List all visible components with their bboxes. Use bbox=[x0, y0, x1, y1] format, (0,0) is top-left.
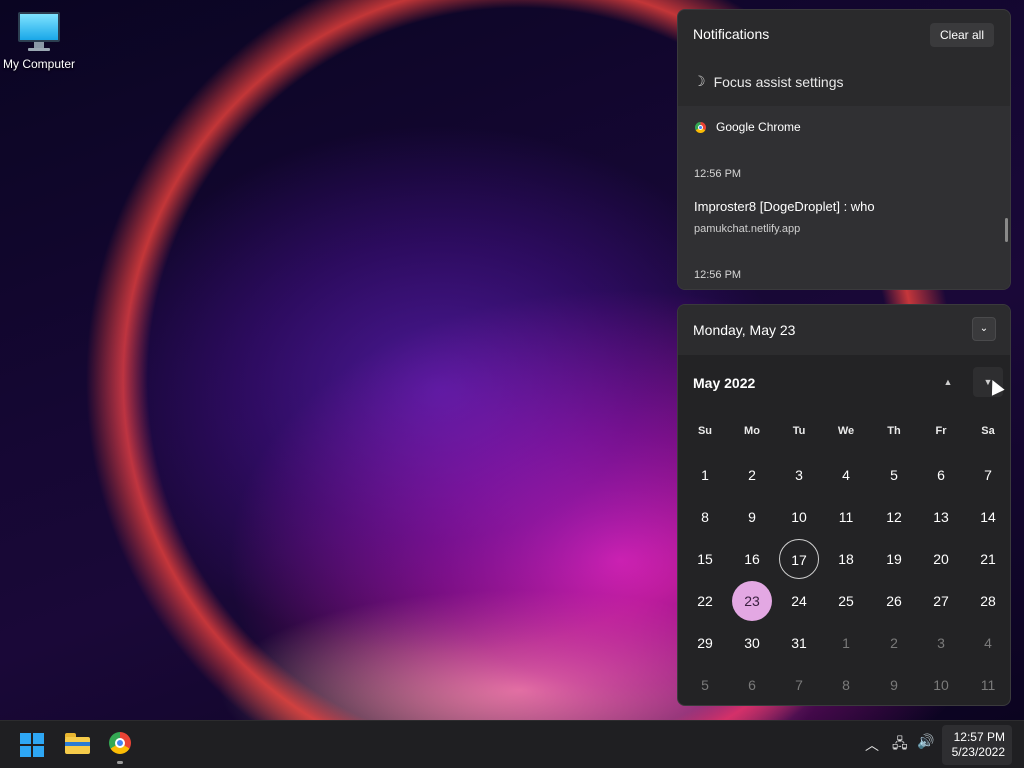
triangle-up-icon: ▲ bbox=[943, 377, 953, 387]
calendar-day[interactable]: 7 bbox=[968, 455, 1008, 495]
file-explorer-icon[interactable] bbox=[65, 733, 90, 755]
focus-assist-label: Focus assist settings bbox=[713, 73, 844, 90]
moon-icon: ☽ bbox=[693, 73, 706, 89]
calendar-day[interactable]: 30 bbox=[732, 623, 772, 663]
weekday-label: Su bbox=[697, 425, 713, 437]
notification-scrollbar[interactable] bbox=[1005, 218, 1008, 242]
calendar-day[interactable]: 4 bbox=[968, 623, 1008, 663]
previous-month-button[interactable]: ▲ bbox=[936, 370, 960, 394]
volume-icon[interactable]: 🔊 bbox=[917, 733, 934, 750]
calendar-collapse-button[interactable]: ⌄ bbox=[972, 317, 996, 341]
calendar-day[interactable]: 29 bbox=[685, 623, 725, 663]
weekday-label: Mo bbox=[744, 425, 760, 437]
clear-all-button[interactable]: Clear all bbox=[930, 23, 994, 47]
calendar-week-row: 1234567 bbox=[680, 455, 1010, 495]
calendar-day[interactable]: 17 bbox=[779, 539, 819, 579]
calendar-day[interactable]: 12 bbox=[874, 497, 914, 537]
calendar-day[interactable]: 1 bbox=[826, 623, 866, 663]
calendar-day[interactable]: 6 bbox=[921, 455, 961, 495]
network-icon[interactable]: 🖧 bbox=[892, 733, 908, 757]
calendar-week-row: 5 6 7 8 9 10 11 bbox=[680, 665, 1010, 705]
calendar-header: Monday, May 23 ⌄ bbox=[678, 305, 1010, 355]
calendar-day[interactable]: 5 bbox=[874, 455, 914, 495]
notification-source: pamukchat.netlify.app bbox=[694, 223, 801, 235]
calendar-week-row: 29 30 31 1 2 3 4 bbox=[680, 623, 1010, 663]
calendar-month-label[interactable]: May 2022 bbox=[693, 375, 755, 391]
taskbar: ︿ 🖧 🔊 12:57 PM 5/23/2022 bbox=[0, 720, 1024, 768]
weekday-label: We bbox=[837, 425, 855, 437]
monitor-base bbox=[28, 48, 50, 51]
taskbar-clock[interactable]: 12:57 PM 5/23/2022 bbox=[942, 725, 1012, 765]
calendar-day[interactable]: 2 bbox=[732, 455, 772, 495]
weekday-label: Fr bbox=[935, 425, 947, 437]
calendar-week-row: 22 23 24 25 26 27 28 bbox=[680, 581, 1010, 621]
notification-time: 12:56 PM bbox=[694, 168, 742, 180]
calendar-day[interactable]: 10 bbox=[779, 497, 819, 537]
calendar-flyout: Monday, May 23 ⌄ May 2022 ▲ ▼ Su Mo Tu We Th… bbox=[677, 304, 1011, 706]
clock-date: 5/23/2022 bbox=[951, 745, 1005, 759]
calendar-day[interactable]: 23 bbox=[732, 581, 772, 621]
calendar-day[interactable]: 7 bbox=[779, 665, 819, 705]
notification-time-second: 12:56 PM bbox=[694, 269, 742, 281]
calendar-day[interactable]: 8 bbox=[826, 665, 866, 705]
calendar-week-row: 8 9 10 11 12 13 14 bbox=[680, 497, 1010, 537]
calendar-day[interactable]: 28 bbox=[968, 581, 1008, 621]
notification-card[interactable]: Google Chrome 12:56 PM Improster8 [DogeD… bbox=[678, 106, 1010, 289]
calendar-day[interactable]: 13 bbox=[921, 497, 961, 537]
calendar-day[interactable]: 31 bbox=[779, 623, 819, 663]
calendar-day[interactable]: 15 bbox=[685, 539, 725, 579]
calendar-day[interactable]: 11 bbox=[826, 497, 866, 537]
calendar-day[interactable]: 3 bbox=[779, 455, 819, 495]
calendar-day[interactable]: 24 bbox=[779, 581, 819, 621]
weekday-label: Tu bbox=[792, 425, 806, 437]
chrome-icon[interactable] bbox=[109, 732, 133, 756]
monitor-icon bbox=[18, 12, 60, 42]
notification-center: Notifications Clear all ☽ Focus assist s… bbox=[677, 9, 1011, 290]
notification-app-name: Google Chrome bbox=[716, 120, 801, 134]
calendar-day[interactable]: 8 bbox=[685, 497, 725, 537]
calendar-day[interactable]: 9 bbox=[732, 497, 772, 537]
calendar-date-title: Monday, May 23 bbox=[693, 322, 796, 338]
chevron-down-icon: ⌄ bbox=[979, 323, 989, 334]
weekday-label: Sa bbox=[981, 425, 995, 437]
notification-title: Improster8 [DogeDroplet] : who bbox=[694, 199, 875, 214]
calendar-day[interactable]: 5 bbox=[685, 665, 725, 705]
running-indicator bbox=[117, 761, 123, 764]
calendar-day[interactable]: 20 bbox=[921, 539, 961, 579]
calendar-week-row: 15 16 17 18 19 20 21 bbox=[680, 539, 1010, 579]
desktop-icon-my-computer[interactable]: My Computer bbox=[0, 8, 78, 71]
calendar-day[interactable]: 22 bbox=[685, 581, 725, 621]
calendar-day[interactable]: 11 bbox=[968, 665, 1008, 705]
calendar-day[interactable]: 10 bbox=[921, 665, 961, 705]
focus-assist-settings-link[interactable]: ☽ Focus assist settings bbox=[693, 73, 844, 90]
windows-start-icon[interactable] bbox=[20, 733, 44, 757]
calendar-day[interactable]: 16 bbox=[732, 539, 772, 579]
calendar-day[interactable]: 3 bbox=[921, 623, 961, 663]
calendar-day[interactable]: 27 bbox=[921, 581, 961, 621]
calendar-day[interactable]: 19 bbox=[874, 539, 914, 579]
notification-app-row: Google Chrome bbox=[695, 120, 801, 134]
calendar-day[interactable]: 26 bbox=[874, 581, 914, 621]
calendar-day[interactable]: 4 bbox=[826, 455, 866, 495]
notifications-title: Notifications bbox=[693, 26, 770, 42]
calendar-day[interactable]: 6 bbox=[732, 665, 772, 705]
calendar-day[interactable]: 25 bbox=[826, 581, 866, 621]
calendar-day[interactable]: 14 bbox=[968, 497, 1008, 537]
clock-time: 12:57 PM bbox=[953, 730, 1005, 744]
weekday-label: Th bbox=[887, 425, 901, 437]
calendar-day[interactable]: 9 bbox=[874, 665, 914, 705]
calendar-day[interactable]: 18 bbox=[826, 539, 866, 579]
chrome-icon bbox=[695, 121, 706, 133]
calendar-day[interactable]: 2 bbox=[874, 623, 914, 663]
chevron-up-icon[interactable]: ︿ bbox=[865, 735, 879, 755]
desktop-icon-label: My Computer bbox=[2, 57, 76, 71]
calendar-day[interactable]: 1 bbox=[685, 455, 725, 495]
calendar-day[interactable]: 21 bbox=[968, 539, 1008, 579]
